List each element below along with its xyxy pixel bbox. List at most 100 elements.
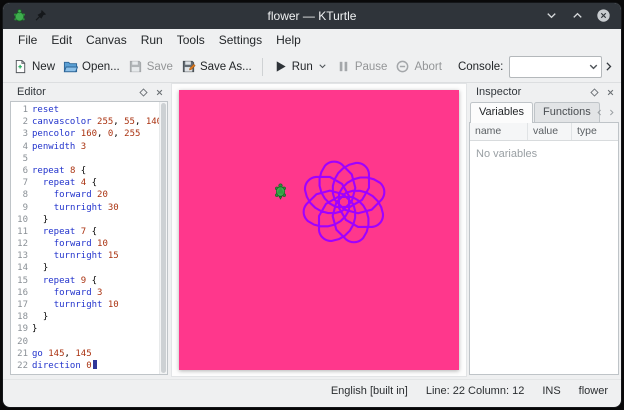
code-text: go 145, 145 <box>32 348 92 360</box>
new-button[interactable]: New <box>9 56 59 77</box>
insert-mode-status: INS <box>542 385 560 397</box>
inspector-table: namevaluetype No variables <box>469 122 619 375</box>
code-line[interactable]: 3pencolor 160, 0, 255 <box>11 128 167 140</box>
inspector-dock-header[interactable]: Inspector <box>469 83 619 101</box>
editor-float-button[interactable] <box>136 86 150 99</box>
menu-file[interactable]: File <box>11 31 44 49</box>
abort-button: Abort <box>391 56 446 77</box>
run-icon <box>273 59 288 74</box>
pause-icon <box>336 59 351 74</box>
code-line[interactable]: 18 } <box>11 311 167 323</box>
inspector-close-button[interactable] <box>603 86 617 99</box>
new-document-icon <box>13 59 28 74</box>
console-label: Console: <box>458 61 503 73</box>
screen: flower — KTurtle <box>0 0 624 410</box>
menu-tools[interactable]: Tools <box>170 31 212 49</box>
code-line[interactable]: 10 } <box>11 214 167 226</box>
code-line[interactable]: 4penwidth 3 <box>11 141 167 153</box>
menu-settings[interactable]: Settings <box>212 31 269 49</box>
menu-edit[interactable]: Edit <box>44 31 79 49</box>
save-as-icon <box>181 59 196 74</box>
code-line[interactable]: 11 repeat 7 { <box>11 226 167 238</box>
toolbar-overflow-button[interactable] <box>602 57 615 77</box>
code-text: pencolor 160, 0, 255 <box>32 128 140 140</box>
line-number: 3 <box>11 128 32 140</box>
line-number: 17 <box>11 299 32 311</box>
code-editor[interactable]: 1reset2canvascolor 255, 55, 1403pencolor… <box>10 101 168 375</box>
code-line[interactable]: 16 forward 3 <box>11 287 167 299</box>
console-combobox[interactable] <box>509 56 601 78</box>
open-button[interactable]: Open... <box>59 56 124 77</box>
code-line[interactable]: 1reset <box>11 104 167 116</box>
canvas-view <box>171 83 467 377</box>
statusbar: English [built in] Line: 22 Column: 12 I… <box>3 379 621 402</box>
column-header-name: name <box>470 123 528 140</box>
line-number: 10 <box>11 214 32 226</box>
menu-run[interactable]: Run <box>134 31 170 49</box>
menu-canvas[interactable]: Canvas <box>79 31 134 49</box>
code-text: turnright 30 <box>32 202 119 214</box>
code-line[interactable]: 14 } <box>11 262 167 274</box>
inspector-tabs: VariablesFunctions <box>470 101 601 122</box>
inspector-dock: Inspector VariablesFunctions <box>469 83 619 375</box>
line-number: 1 <box>11 104 32 116</box>
line-number: 13 <box>11 250 32 262</box>
code-line[interactable]: 8 forward 20 <box>11 189 167 201</box>
code-line[interactable]: 7 repeat 4 { <box>11 177 167 189</box>
main-area: Editor 1reset2canvascolor 255, 55, 1403p… <box>3 83 621 375</box>
line-number: 16 <box>11 287 32 299</box>
code-text: repeat 8 { <box>32 165 86 177</box>
code-text: } <box>32 214 48 226</box>
code-text: } <box>32 262 48 274</box>
titlebar[interactable]: flower — KTurtle <box>3 3 621 29</box>
code-text: turnright 10 <box>32 299 119 311</box>
inspector-float-button[interactable] <box>587 86 601 99</box>
code-line[interactable]: 22direction 0 <box>11 360 167 372</box>
save-as-button-label: Save As... <box>200 61 252 73</box>
save-as-button[interactable]: Save As... <box>177 56 256 77</box>
code-text: forward 3 <box>32 287 102 299</box>
toolbar: NewOpen...SaveSave As...RunPauseAbort Co… <box>3 51 621 83</box>
editor-scrollbar-thumb[interactable] <box>161 103 166 373</box>
code-line[interactable]: 20 <box>11 336 167 348</box>
minimize-button[interactable] <box>544 8 559 23</box>
code-text: } <box>32 311 48 323</box>
code-line[interactable]: 6repeat 8 { <box>11 165 167 177</box>
code-line[interactable]: 21go 145, 145 <box>11 348 167 360</box>
pause-button: Pause <box>332 56 392 77</box>
code-line[interactable]: 2canvascolor 255, 55, 140 <box>11 116 167 128</box>
editor-scrollbar[interactable] <box>159 102 167 374</box>
line-number: 11 <box>11 226 32 238</box>
tab-scroll-left-icon[interactable] <box>594 106 605 119</box>
code-line[interactable]: 5 <box>11 153 167 165</box>
code-line[interactable]: 17 turnright 10 <box>11 299 167 311</box>
menu-help[interactable]: Help <box>269 31 308 49</box>
maximize-button[interactable] <box>570 8 585 23</box>
close-button[interactable] <box>596 8 611 23</box>
window-title: flower — KTurtle <box>3 3 621 29</box>
open-folder-icon <box>63 59 78 74</box>
code-text: penwidth 3 <box>32 141 86 153</box>
code-line[interactable]: 12 forward 10 <box>11 238 167 250</box>
code-text: forward 20 <box>32 189 108 201</box>
editor-dock-header[interactable]: Editor <box>10 83 168 101</box>
editor-dock-title: Editor <box>17 86 46 98</box>
code-line[interactable]: 9 turnright 30 <box>11 202 167 214</box>
code-text: } <box>32 323 37 335</box>
pin-icon[interactable] <box>33 8 48 23</box>
code-line[interactable]: 13 turnright 15 <box>11 250 167 262</box>
line-number: 21 <box>11 348 32 360</box>
combo-chevron-down-icon[interactable] <box>586 59 601 74</box>
code-text: turnright 15 <box>32 250 119 262</box>
run-button[interactable]: Run <box>269 56 332 77</box>
line-number: 20 <box>11 336 32 348</box>
code-text: direction 0 <box>32 360 92 372</box>
code-line[interactable]: 19} <box>11 323 167 335</box>
editor-close-button[interactable] <box>152 86 166 99</box>
tab-variables[interactable]: Variables <box>470 102 533 123</box>
tab-functions[interactable]: Functions <box>534 102 600 122</box>
inspector-dock-title: Inspector <box>476 86 521 98</box>
tab-scroll-right-icon[interactable] <box>606 106 617 119</box>
code-text: repeat 7 { <box>32 226 97 238</box>
code-line[interactable]: 15 repeat 9 { <box>11 275 167 287</box>
